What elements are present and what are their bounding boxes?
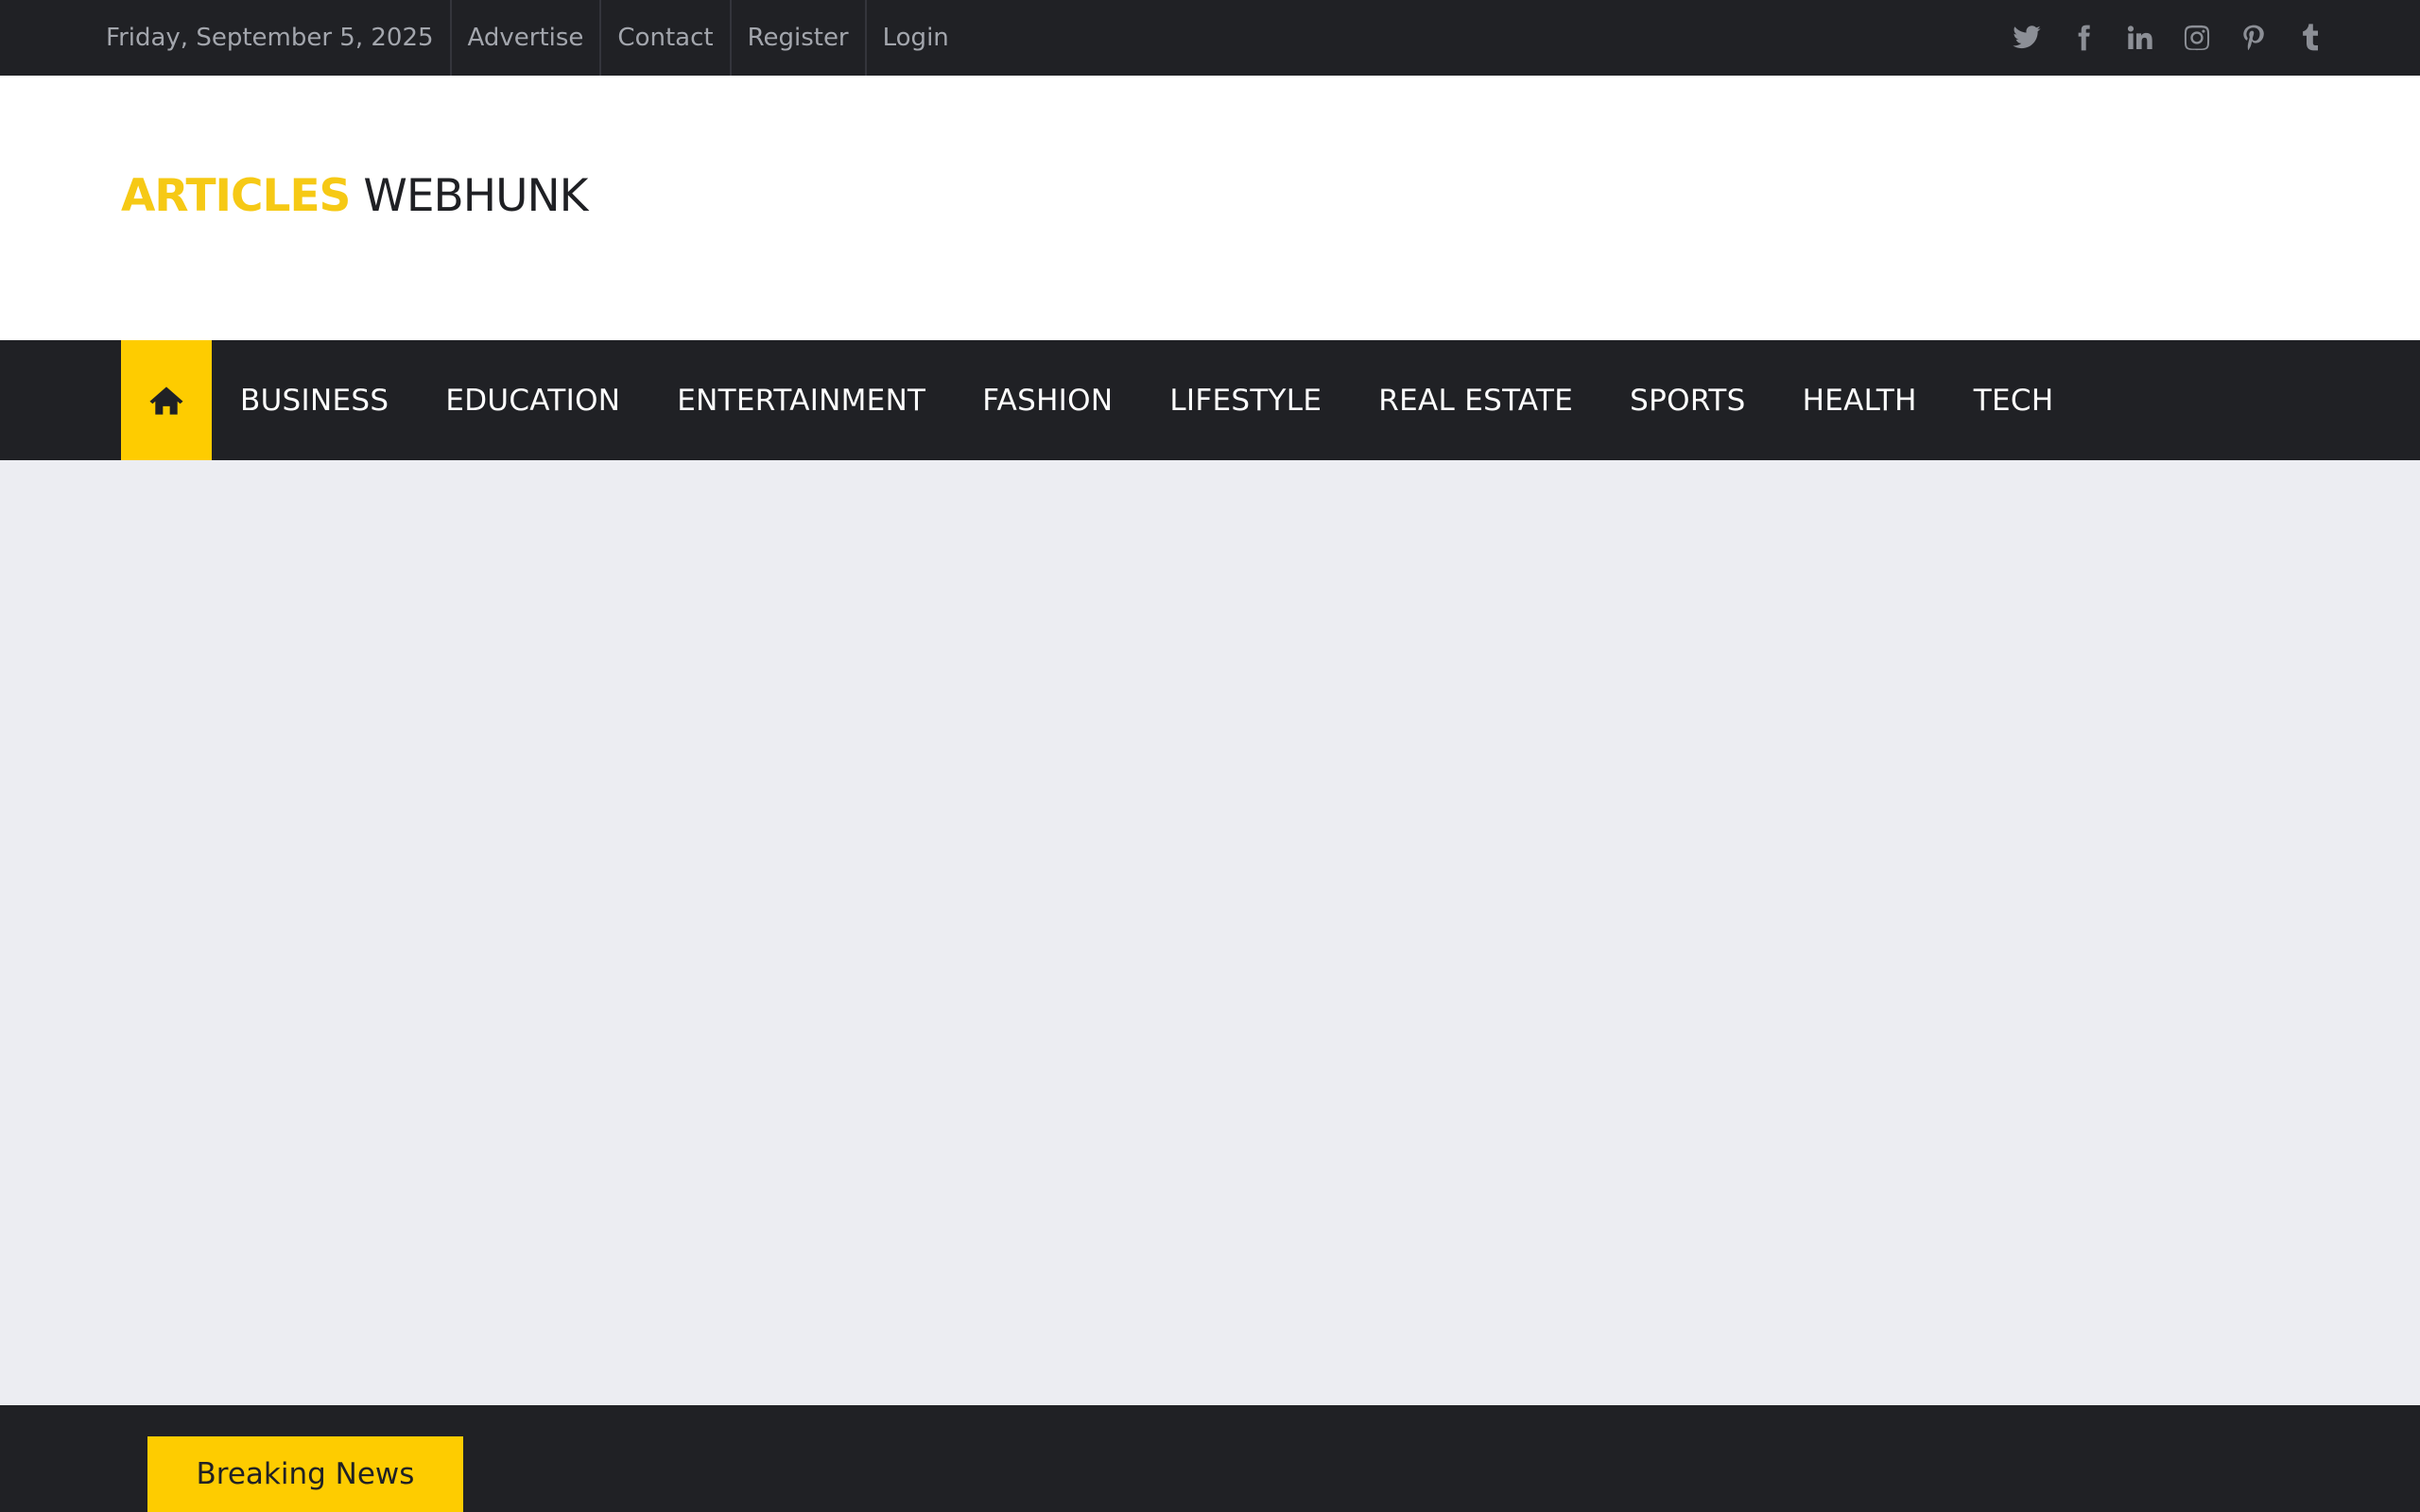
site-logo[interactable]: ARTICLES WEBHUNK — [121, 170, 589, 222]
nav-item-entertainment[interactable]: ENTERTAINMENT — [648, 384, 954, 418]
nav-item-education[interactable]: EDUCATION — [417, 384, 648, 418]
nav-item-tech[interactable]: TECH — [1945, 384, 2083, 418]
nav-item-health[interactable]: HEALTH — [1774, 384, 1945, 418]
nav-item-lifestyle[interactable]: LIFESTYLE — [1141, 384, 1350, 418]
advertise-link[interactable]: Advertise — [452, 0, 602, 76]
site-header: ARTICLES WEBHUNK — [0, 76, 2420, 340]
register-link[interactable]: Register — [732, 0, 867, 76]
top-bar: Friday, September 5, 2025 Advertise Cont… — [0, 0, 2420, 76]
nav-item-real-estate[interactable]: REAL ESTATE — [1350, 384, 1601, 418]
breaking-news-label: Breaking News — [147, 1436, 463, 1512]
twitter-icon[interactable] — [2012, 23, 2042, 53]
instagram-icon[interactable] — [2182, 23, 2212, 53]
logo-part-webhunk: WEBHUNK — [363, 170, 588, 222]
logo-part-articles: ARTICLES — [121, 170, 351, 222]
contact-link[interactable]: Contact — [601, 0, 732, 76]
home-button[interactable] — [121, 340, 212, 460]
social-links — [2012, 0, 2325, 76]
home-icon — [149, 386, 183, 415]
top-bar-links: Friday, September 5, 2025 Advertise Cont… — [90, 0, 965, 76]
nav-menu: BUSINESS EDUCATION ENTERTAINMENT FASHION… — [212, 340, 2082, 460]
nav-item-sports[interactable]: SPORTS — [1601, 384, 1773, 418]
nav-item-fashion[interactable]: FASHION — [954, 384, 1141, 418]
linkedin-icon[interactable] — [2125, 23, 2155, 53]
pinterest-icon[interactable] — [2238, 23, 2269, 53]
facebook-icon[interactable] — [2068, 23, 2099, 53]
breaking-news-bar: Breaking News — [0, 1405, 2420, 1512]
tumblr-icon[interactable] — [2295, 23, 2325, 53]
main-navigation: BUSINESS EDUCATION ENTERTAINMENT FASHION… — [0, 340, 2420, 460]
login-link[interactable]: Login — [867, 0, 965, 76]
current-date: Friday, September 5, 2025 — [90, 0, 452, 76]
nav-item-business[interactable]: BUSINESS — [212, 384, 417, 418]
